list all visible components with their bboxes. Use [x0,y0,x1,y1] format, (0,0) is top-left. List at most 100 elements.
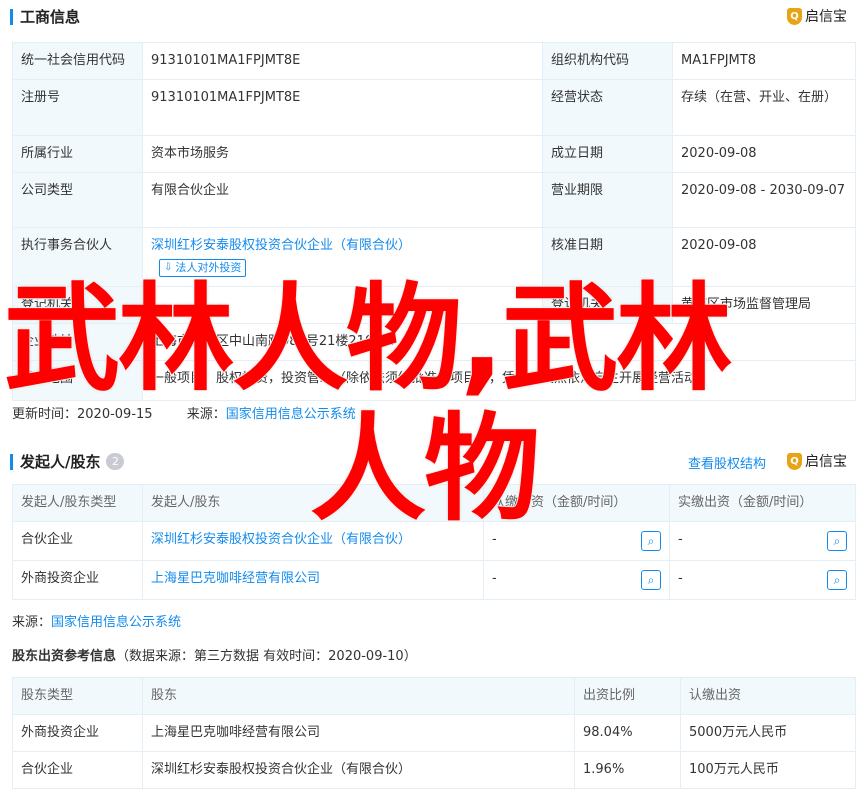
cell-subscribed: - ⌕ [483,560,670,600]
cell-label: 登记机关 [12,286,143,324]
cell-label: 企业地址 [12,323,143,361]
cell-label: 经营范围 [12,360,143,401]
search-icon[interactable]: ⌕ [641,570,661,590]
table-row: 合伙企业 深圳红杉安泰股权投资合伙企业（有限合伙） 1.96% 100万元人民币 [12,751,856,789]
cell-value: 2020-09-08 [672,227,856,287]
cell-type: 合伙企业 [12,751,143,789]
table-row: 执行事务合伙人 深圳红杉安泰股权投资合伙企业（有限合伙） ⇩ 法人对外投资 核准… [12,227,856,287]
column-header: 发起人/股东类型 [12,484,143,522]
shareholders-table: 发起人/股东类型 发起人/股东 认缴出资（金额/时间） 实缴出资（金额/时间） … [12,484,856,600]
cell-paid: - ⌕ [669,560,856,600]
cell-value: 存续（在营、开业、在册） [672,79,856,136]
cell-label: 组织机构代码 [542,42,673,80]
brand-name: 启信宝 [805,9,847,25]
cell-value: 深圳红杉安泰股权投资合伙企业（有限合伙） ⇩ 法人对外投资 [142,227,543,287]
cell-value: 2020-09-08 [672,135,856,173]
cell-ratio: 98.04% [574,714,681,752]
contribution-title: 股东出资参考信息 [12,649,117,664]
cell-label: 核准日期 [542,227,673,287]
cell-value: - [142,286,543,324]
brand-logo[interactable]: Q 启信宝 [787,451,847,471]
table-row: 公司类型 有限合伙企业 营业期限 2020-09-08 - 2030-09-07 [12,172,856,228]
paid-value: - [678,532,683,547]
brand-name: 启信宝 [805,454,847,470]
table-row: 外商投资企业 上海星巴克咖啡经营有限公司 - ⌕ - ⌕ [12,560,856,600]
source-link[interactable]: 国家信用信息公示系统 [51,615,181,630]
cell-label: 执行事务合伙人 [12,227,143,287]
contribution-note: （数据来源：第三方数据 有效时间：2020-09-10） [116,649,417,664]
contribution-table: 股东类型 股东 出资比例 认缴出资 外商投资企业 上海星巴克咖啡经营有限公司 9… [12,677,856,789]
cell-name: 深圳红杉安泰股权投资合伙企业（有限合伙） [142,751,575,789]
cell-type: 外商投资企业 [12,714,143,752]
cell-value: 上海市黄浦区中山南路989号21楼2105-2 [142,323,856,361]
brand-logo[interactable]: Q 启信宝 [787,6,847,26]
column-header: 股东类型 [12,677,143,715]
cell-value: 黄浦区市场监督管理局 [672,286,856,324]
table-row: 注册号 91310101MA1FPJMT8E 经营状态 存续（在营、开业、在册） [12,79,856,136]
cell-type: 外商投资企业 [12,560,143,600]
cell-label: 所属行业 [12,135,143,173]
source-label: 来源： [186,407,226,422]
subscribed-value: - [492,571,497,586]
cell-value: 91310101MA1FPJMT8E [142,79,543,136]
shareholders-source: 来源：国家信用信息公示系统 [12,611,181,630]
business-info-table: 统一社会信用代码 91310101MA1FPJMT8E 组织机构代码 MA1FP… [12,42,856,401]
cell-label: 登记机关 [542,286,673,324]
search-icon[interactable]: ⌕ [827,570,847,590]
cell-paid: - ⌕ [669,521,856,561]
cell-label: 营业期限 [542,172,673,228]
cell-value: 有限合伙企业 [142,172,543,228]
shareholders-title-text: 发起人/股东 [20,453,101,471]
shareholder-link[interactable]: 深圳红杉安泰股权投资合伙企业（有限合伙） [142,521,484,561]
cell-name: 上海星巴克咖啡经营有限公司 [142,714,575,752]
cell-label: 统一社会信用代码 [12,42,143,80]
cell-value: 资本市场服务 [142,135,543,173]
view-equity-structure-link[interactable]: 查看股权结构 [688,453,766,472]
legal-investment-tag-label: 法人对外投资 [175,261,242,274]
cell-value: 91310101MA1FPJMT8E [142,42,543,80]
table-row: 经营范围 一般项目：股权投资，投资管理（除依法须经批准的项目外，凭营业执照依法自… [12,360,856,401]
source-link[interactable]: 国家信用信息公示系统 [226,407,356,422]
shield-icon: Q [787,452,802,470]
cell-value: 2020-09-08 - 2030-09-07 [672,172,856,228]
shareholder-count-badge: 2 [106,453,125,470]
cell-value: MA1FPJMT8 [672,42,856,80]
shareholders-title: 发起人/股东 2 [10,451,125,472]
cell-label: 注册号 [12,79,143,136]
cell-label: 成立日期 [542,135,673,173]
cell-amount: 100万元人民币 [680,751,856,789]
table-row: 企业地址 上海市黄浦区中山南路989号21楼2105-2 [12,323,856,361]
cell-subscribed: - ⌕ [483,521,670,561]
cell-amount: 5000万元人民币 [680,714,856,752]
updated-value: 2020-09-15 [77,407,153,422]
table-header-row: 发起人/股东类型 发起人/股东 认缴出资（金额/时间） 实缴出资（金额/时间） [12,484,856,522]
table-header-row: 股东类型 股东 出资比例 认缴出资 [12,677,856,715]
column-header: 认缴出资 [680,677,856,715]
source-label: 来源： [12,615,52,630]
business-info-title-text: 工商信息 [20,8,81,26]
updated-label: 更新时间： [12,407,78,422]
business-info-title: 工商信息 [10,6,80,27]
cell-label: 公司类型 [12,172,143,228]
cell-value: 一般项目：股权投资，投资管理（除依法须经批准的项目外，凭营业执照依法自主开展经营… [142,360,856,401]
shield-icon: Q [787,7,802,25]
column-header: 认缴出资（金额/时间） [483,484,670,522]
table-row: 所属行业 资本市场服务 成立日期 2020-09-08 [12,135,856,173]
investment-icon: ⇩ [164,262,173,273]
contribution-heading: 股东出资参考信息（数据来源：第三方数据 有效时间：2020-09-10） [12,645,417,664]
partner-link[interactable]: 深圳红杉安泰股权投资合伙企业（有限合伙） [151,237,534,255]
cell-label: 经营状态 [542,79,673,136]
column-header: 实缴出资（金额/时间） [669,484,856,522]
title-accent-bar [10,453,13,470]
shareholder-link[interactable]: 上海星巴克咖啡经营有限公司 [142,560,484,600]
column-header: 股东 [142,677,575,715]
search-icon[interactable]: ⌕ [641,531,661,551]
column-header: 出资比例 [574,677,681,715]
cell-type: 合伙企业 [12,521,143,561]
paid-value: - [678,571,683,586]
search-icon[interactable]: ⌕ [827,531,847,551]
table-row: 统一社会信用代码 91310101MA1FPJMT8E 组织机构代码 MA1FP… [12,42,856,80]
subscribed-value: - [492,532,497,547]
legal-investment-tag[interactable]: ⇩ 法人对外投资 [159,259,247,277]
table-row: 合伙企业 深圳红杉安泰股权投资合伙企业（有限合伙） - ⌕ - ⌕ [12,521,856,561]
